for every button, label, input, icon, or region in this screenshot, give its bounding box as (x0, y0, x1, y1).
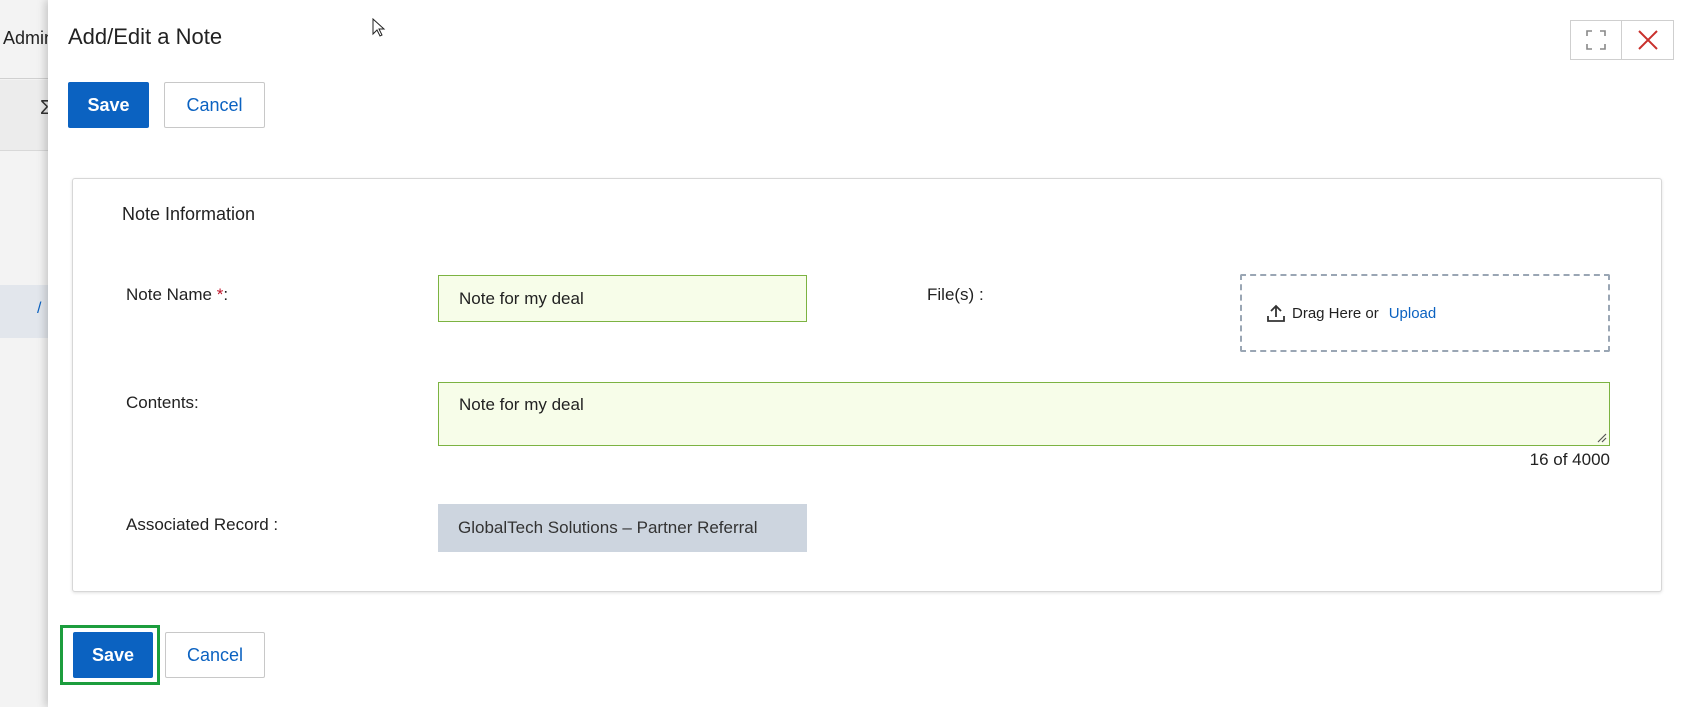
resize-handle-icon[interactable] (1597, 433, 1607, 443)
contents-textarea[interactable]: Note for my deal (438, 382, 1610, 446)
cancel-button-bottom[interactable]: Cancel (165, 632, 265, 678)
background-tab-label[interactable]: Admin (3, 28, 54, 49)
files-label: File(s) : (927, 285, 984, 304)
drag-here-text: Drag Here or (1292, 304, 1379, 322)
expand-button[interactable] (1570, 20, 1622, 60)
character-count: 16 of 4000 (1529, 450, 1610, 469)
modal-title: Add/Edit a Note (68, 24, 223, 49)
upload-icon (1267, 304, 1285, 322)
save-button-bottom[interactable]: Save (73, 632, 153, 678)
contents-label: Contents: (126, 393, 199, 412)
background-selected-glyph: / (37, 300, 42, 317)
contents-text: Note for my deal (459, 395, 584, 414)
close-icon (1637, 30, 1658, 50)
expand-icon (1586, 30, 1606, 50)
mouse-cursor-icon (372, 18, 386, 37)
section-title: Note Information (122, 204, 256, 224)
associated-record-label: Associated Record : (126, 515, 279, 534)
note-name-label-colon: : (223, 285, 229, 304)
upload-link[interactable]: Upload (1389, 305, 1437, 322)
save-button-top[interactable]: Save (68, 82, 149, 128)
note-modal: Add/Edit a Note Save Cancel Note Informa… (48, 0, 1699, 707)
file-dropzone[interactable]: Drag Here or Upload (1240, 274, 1610, 352)
note-name-input[interactable]: Note for my deal (438, 275, 807, 322)
note-name-label-text: Note Name (126, 285, 217, 304)
window-controls (1570, 20, 1674, 60)
associated-record-value: GlobalTech Solutions – Partner Referral (438, 504, 807, 552)
cancel-button-top[interactable]: Cancel (164, 82, 265, 128)
note-name-label: Note Name *: (126, 285, 228, 305)
close-button[interactable] (1622, 20, 1674, 60)
